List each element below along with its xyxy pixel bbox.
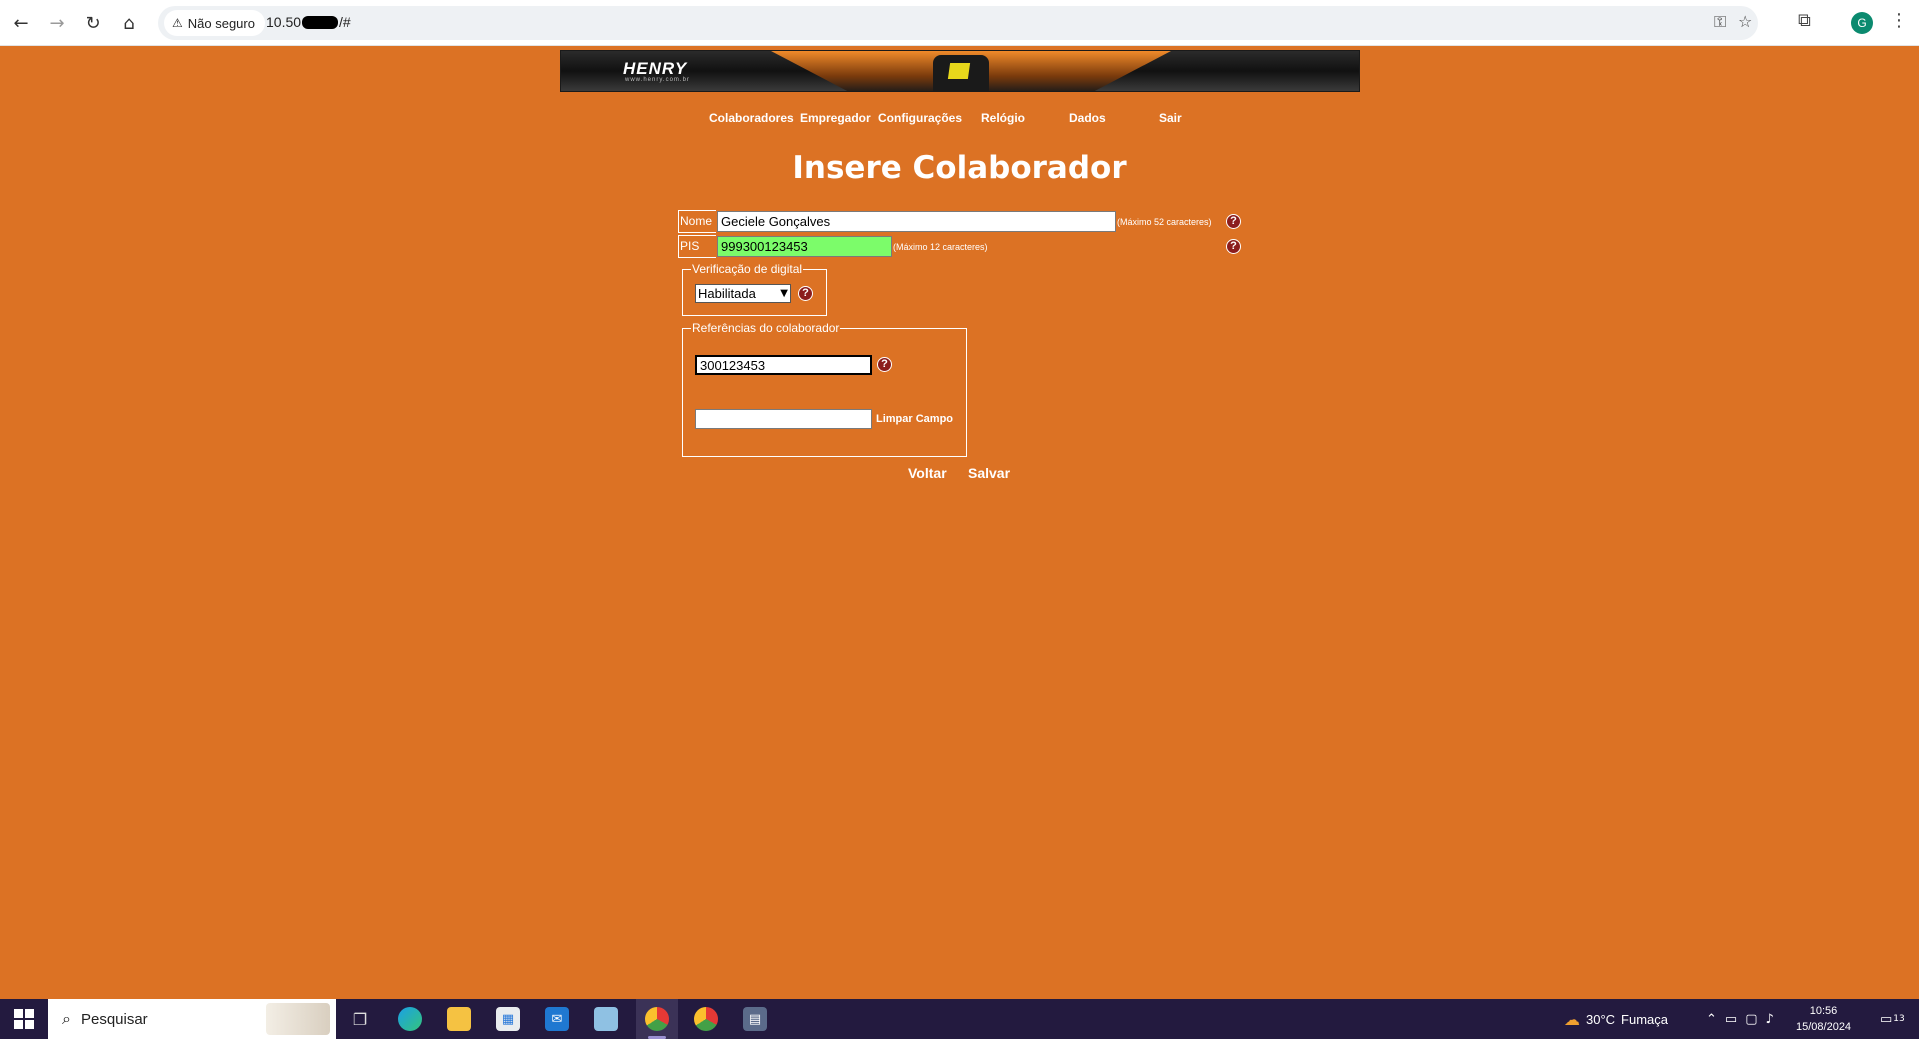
- system-clock[interactable]: 10:56 15/08/2024: [1796, 1003, 1851, 1035]
- verificacao-legend: Verificação de digital: [691, 262, 804, 276]
- browser-menu-icon[interactable]: ⋮: [1890, 10, 1908, 31]
- chevron-down-icon: ▼: [780, 288, 788, 299]
- header-banner: HENRY www.henry.com.br: [560, 50, 1360, 92]
- key-icon[interactable]: ⚿: [1714, 12, 1726, 32]
- verificacao-fieldset: Verificação de digital Habilitada ▼ ?: [682, 262, 827, 316]
- page-title: Insere Colaborador: [792, 150, 1127, 186]
- henry-logo: HENRY: [623, 59, 688, 78]
- referencias-fieldset: Referências do colaborador ? Limpar Camp…: [682, 321, 967, 457]
- verificacao-selected: Habilitada: [698, 286, 756, 301]
- menu-item-colaboradores[interactable]: Colaboradores: [709, 111, 794, 125]
- browser-toolbar: ← → ↻ ⌂ ⚠ Não seguro 10.50 /# ⚿ ☆ ⧉ G ⋮: [0, 0, 1919, 46]
- address-bar[interactable]: ⚠ Não seguro 10.50 /# ⚿ ☆: [158, 6, 1758, 40]
- home-icon[interactable]: ⌂: [116, 10, 142, 36]
- calculator-icon[interactable]: ▤: [743, 1007, 767, 1031]
- salvar-button[interactable]: Salvar: [968, 465, 1010, 481]
- back-icon[interactable]: ←: [8, 10, 34, 36]
- henry-logo-url: www.henry.com.br: [625, 77, 690, 83]
- time-clock-device-image: [933, 55, 989, 91]
- verificacao-select[interactable]: Habilitada ▼: [695, 284, 791, 303]
- voltar-button[interactable]: Voltar: [908, 465, 947, 481]
- weather-icon: ☁: [1564, 1009, 1580, 1029]
- menu-item-configuracoes[interactable]: Configurações: [878, 111, 962, 125]
- network-icon[interactable]: ▭: [1725, 1012, 1737, 1027]
- nome-help-icon[interactable]: ?: [1226, 214, 1241, 229]
- display-icon[interactable]: ▢: [1745, 1012, 1757, 1027]
- clock-time: 10:56: [1809, 1005, 1838, 1017]
- warning-icon: ⚠: [172, 16, 183, 30]
- star-icon[interactable]: ☆: [1738, 12, 1752, 31]
- menu-item-relogio[interactable]: Relógio: [981, 111, 1025, 125]
- volume-icon[interactable]: ♪: [1766, 1012, 1774, 1027]
- extensions-icon[interactable]: ⧉: [1798, 10, 1811, 31]
- pis-input[interactable]: [717, 236, 892, 257]
- security-label: Não seguro: [187, 15, 255, 31]
- referencias-legend: Referências do colaborador: [691, 321, 841, 335]
- referencia-help-icon[interactable]: ?: [877, 357, 892, 372]
- menu-item-sair[interactable]: Sair: [1159, 111, 1182, 125]
- windows-taskbar: ⌕ Pesquisar ❐ ▦ ✉ ▤ ☁ 30°C Fumaça ⌃ ▭ ▢ …: [0, 999, 1919, 1039]
- pis-hint: (Máximo 12 caracteres): [893, 242, 988, 252]
- url-text[interactable]: 10.50 /#: [266, 14, 351, 30]
- referencia-1-input[interactable]: [695, 355, 872, 375]
- chevron-up-icon[interactable]: ⌃: [1706, 1012, 1717, 1027]
- notification-count: 13: [1893, 1014, 1905, 1024]
- url-suffix: /#: [339, 14, 351, 30]
- redaction-mark: [302, 15, 339, 29]
- menu-item-dados[interactable]: Dados: [1069, 111, 1106, 125]
- main-menu: Colaboradores Empregador Configurações R…: [0, 111, 1919, 129]
- verificacao-help-icon[interactable]: ?: [798, 286, 813, 301]
- system-tray: ⌃ ▭ ▢ ♪: [1706, 999, 1774, 1039]
- taskbar-search[interactable]: ⌕ Pesquisar: [48, 999, 336, 1039]
- url-prefix: 10.50: [266, 14, 302, 30]
- referencia-2-input[interactable]: [695, 409, 872, 429]
- file-explorer-icon[interactable]: [447, 1007, 471, 1031]
- weather-temp: 30°C: [1586, 1011, 1616, 1027]
- notepad-icon[interactable]: [594, 1007, 618, 1031]
- nome-label: Nome: [678, 210, 716, 233]
- avatar[interactable]: G: [1851, 12, 1873, 34]
- pis-label: PIS: [678, 235, 716, 258]
- search-placeholder: Pesquisar: [80, 1010, 148, 1028]
- search-icon: ⌕: [62, 1009, 71, 1028]
- forward-icon[interactable]: →: [44, 10, 70, 36]
- nome-input[interactable]: [717, 211, 1116, 232]
- security-chip[interactable]: ⚠ Não seguro: [164, 10, 265, 36]
- weather-widget[interactable]: ☁ 30°C Fumaça: [1564, 999, 1668, 1039]
- nome-hint: (Máximo 52 caracteres): [1117, 217, 1212, 227]
- chrome-profile-icon[interactable]: [694, 1007, 718, 1031]
- task-view-icon[interactable]: ❐: [348, 1007, 372, 1031]
- menu-item-empregador[interactable]: Empregador: [800, 111, 871, 125]
- search-highlight-image: [266, 1003, 330, 1035]
- limpar-campo-link[interactable]: Limpar Campo: [876, 413, 953, 425]
- edge-icon[interactable]: [398, 1007, 422, 1031]
- pis-help-icon[interactable]: ?: [1226, 239, 1241, 254]
- reload-icon[interactable]: ↻: [80, 10, 106, 36]
- store-icon[interactable]: ▦: [496, 1007, 520, 1031]
- windows-start-icon[interactable]: [14, 1009, 34, 1029]
- weather-desc: Fumaça: [1621, 1011, 1669, 1027]
- notifications-icon[interactable]: ▭ 13: [1880, 999, 1905, 1039]
- mail-icon[interactable]: ✉: [545, 1007, 569, 1031]
- chrome-icon[interactable]: [645, 1007, 669, 1031]
- clock-date: 15/08/2024: [1796, 1021, 1852, 1033]
